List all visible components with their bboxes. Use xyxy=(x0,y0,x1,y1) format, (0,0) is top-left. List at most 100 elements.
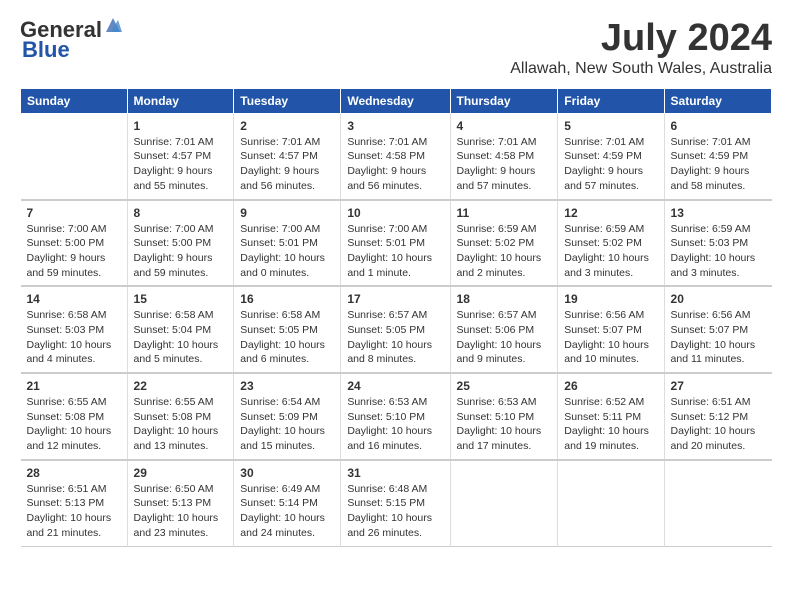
table-row: 11 Sunrise: 6:59 AM Sunset: 5:02 PM Dayli… xyxy=(450,200,558,287)
day-number: 27 xyxy=(671,379,766,393)
table-row: 13Sunrise: 6:59 AM Sunset: 5:03 PM Dayli… xyxy=(664,200,771,287)
day-info: Sunrise: 6:51 AM Sunset: 5:13 PM Dayligh… xyxy=(27,482,121,541)
day-number: 9 xyxy=(240,206,334,220)
table-row: 8Sunrise: 7:00 AM Sunset: 5:00 PM Daylig… xyxy=(127,200,234,287)
day-info: Sunrise: 6:59 AM Sunset: 5:02 PM Dayligh… xyxy=(457,222,552,281)
calendar-week-row: 14Sunrise: 6:58 AM Sunset: 5:03 PM Dayli… xyxy=(21,286,772,373)
day-info: Sunrise: 6:57 AM Sunset: 5:06 PM Dayligh… xyxy=(457,308,552,367)
day-info: Sunrise: 7:01 AM Sunset: 4:57 PM Dayligh… xyxy=(134,135,228,194)
month-title: July 2024 xyxy=(510,18,772,60)
day-info: Sunrise: 6:57 AM Sunset: 5:05 PM Dayligh… xyxy=(347,308,443,367)
day-info: Sunrise: 7:01 AM Sunset: 4:59 PM Dayligh… xyxy=(671,135,766,194)
table-row: 15Sunrise: 6:58 AM Sunset: 5:04 PM Dayli… xyxy=(127,286,234,373)
table-row: 30 Sunrise: 6:49 AM Sunset: 5:14 PM Dayli… xyxy=(234,460,341,546)
day-info: Sunrise: 7:00 AM Sunset: 5:00 PM Dayligh… xyxy=(27,222,121,281)
table-row: 29 Sunrise: 6:50 AM Sunset: 5:13 PM Dayli… xyxy=(127,460,234,546)
day-number: 23 xyxy=(240,379,334,393)
logo-blue: Blue xyxy=(22,37,70,62)
day-info: Sunrise: 6:55 AM Sunset: 5:08 PM Dayligh… xyxy=(134,395,228,454)
day-info: Sunrise: 6:59 AM Sunset: 5:02 PM Dayligh… xyxy=(564,222,657,281)
table-row: 3 Sunrise: 7:01 AM Sunset: 4:58 PM Daylig… xyxy=(341,113,450,199)
day-info: Sunrise: 6:56 AM Sunset: 5:07 PM Dayligh… xyxy=(671,308,766,367)
day-number: 31 xyxy=(347,466,443,480)
day-info: Sunrise: 6:56 AM Sunset: 5:07 PM Dayligh… xyxy=(564,308,657,367)
day-number: 29 xyxy=(134,466,228,480)
day-number: 1 xyxy=(134,119,228,133)
day-info: Sunrise: 6:48 AM Sunset: 5:15 PM Dayligh… xyxy=(347,482,443,541)
day-number: 7 xyxy=(27,206,121,220)
table-row: 5 Sunrise: 7:01 AM Sunset: 4:59 PM Daylig… xyxy=(558,113,664,199)
title-section: July 2024 Allawah, New South Wales, Aust… xyxy=(510,18,772,78)
day-info: Sunrise: 6:54 AM Sunset: 5:09 PM Dayligh… xyxy=(240,395,334,454)
table-row: 31 Sunrise: 6:48 AM Sunset: 5:15 PM Dayli… xyxy=(341,460,450,546)
calendar: Sunday Monday Tuesday Wednesday Thursday… xyxy=(20,88,772,547)
calendar-header-row: Sunday Monday Tuesday Wednesday Thursday… xyxy=(21,88,772,113)
day-info: Sunrise: 7:00 AM Sunset: 5:01 PM Dayligh… xyxy=(347,222,443,281)
day-number: 22 xyxy=(134,379,228,393)
table-row: 2 Sunrise: 7:01 AM Sunset: 4:57 PM Daylig… xyxy=(234,113,341,199)
day-number: 21 xyxy=(27,379,121,393)
table-row xyxy=(664,460,771,546)
table-row: 16Sunrise: 6:58 AM Sunset: 5:05 PM Dayli… xyxy=(234,286,341,373)
day-info: Sunrise: 6:59 AM Sunset: 5:03 PM Dayligh… xyxy=(671,222,766,281)
day-number: 2 xyxy=(240,119,334,133)
day-info: Sunrise: 7:01 AM Sunset: 4:59 PM Dayligh… xyxy=(564,135,657,194)
table-row: 10 Sunrise: 7:00 AM Sunset: 5:01 PM Dayli… xyxy=(341,200,450,287)
day-number: 5 xyxy=(564,119,657,133)
day-info: Sunrise: 6:50 AM Sunset: 5:13 PM Dayligh… xyxy=(134,482,228,541)
day-info: Sunrise: 7:01 AM Sunset: 4:57 PM Dayligh… xyxy=(240,135,334,194)
day-info: Sunrise: 7:01 AM Sunset: 4:58 PM Dayligh… xyxy=(457,135,552,194)
logo-icon xyxy=(104,16,122,34)
table-row: 1 Sunrise: 7:01 AM Sunset: 4:57 PM Daylig… xyxy=(127,113,234,199)
table-row: 28 Sunrise: 6:51 AM Sunset: 5:13 PM Dayli… xyxy=(21,460,128,546)
day-number: 28 xyxy=(27,466,121,480)
day-number: 25 xyxy=(457,379,552,393)
page: General Blue July 2024 Allawah, New Sout… xyxy=(0,0,792,557)
day-info: Sunrise: 6:51 AM Sunset: 5:12 PM Dayligh… xyxy=(671,395,766,454)
table-row: 21 Sunrise: 6:55 AM Sunset: 5:08 PM Dayli… xyxy=(21,373,128,460)
day-number: 26 xyxy=(564,379,657,393)
day-number: 10 xyxy=(347,206,443,220)
day-number: 24 xyxy=(347,379,443,393)
calendar-week-row: 7 Sunrise: 7:00 AM Sunset: 5:00 PM Daylig… xyxy=(21,200,772,287)
day-info: Sunrise: 7:01 AM Sunset: 4:58 PM Dayligh… xyxy=(347,135,443,194)
calendar-week-row: 28 Sunrise: 6:51 AM Sunset: 5:13 PM Dayli… xyxy=(21,460,772,546)
col-tuesday: Tuesday xyxy=(234,88,341,113)
col-saturday: Saturday xyxy=(664,88,771,113)
day-number: 11 xyxy=(457,206,552,220)
day-info: Sunrise: 6:58 AM Sunset: 5:04 PM Dayligh… xyxy=(134,308,228,367)
day-number: 8 xyxy=(134,206,228,220)
logo: General Blue xyxy=(20,18,122,62)
table-row: 23 Sunrise: 6:54 AM Sunset: 5:09 PM Dayli… xyxy=(234,373,341,460)
day-number: 19 xyxy=(564,292,657,306)
col-wednesday: Wednesday xyxy=(341,88,450,113)
table-row xyxy=(450,460,558,546)
col-monday: Monday xyxy=(127,88,234,113)
table-row: 27 Sunrise: 6:51 AM Sunset: 5:12 PM Dayli… xyxy=(664,373,771,460)
day-number: 6 xyxy=(671,119,766,133)
day-number: 3 xyxy=(347,119,443,133)
header: General Blue July 2024 Allawah, New Sout… xyxy=(20,18,772,78)
table-row: 22 Sunrise: 6:55 AM Sunset: 5:08 PM Dayli… xyxy=(127,373,234,460)
table-row: 20 Sunrise: 6:56 AM Sunset: 5:07 PM Dayli… xyxy=(664,286,771,373)
day-number: 18 xyxy=(457,292,552,306)
table-row xyxy=(21,113,128,199)
table-row: 26Sunrise: 6:52 AM Sunset: 5:11 PM Dayli… xyxy=(558,373,664,460)
day-info: Sunrise: 6:55 AM Sunset: 5:08 PM Dayligh… xyxy=(27,395,121,454)
table-row: 9 Sunrise: 7:00 AM Sunset: 5:01 PM Daylig… xyxy=(234,200,341,287)
table-row: 24Sunrise: 6:53 AM Sunset: 5:10 PM Dayli… xyxy=(341,373,450,460)
location-title: Allawah, New South Wales, Australia xyxy=(510,60,772,78)
table-row: 19 Sunrise: 6:56 AM Sunset: 5:07 PM Dayli… xyxy=(558,286,664,373)
day-info: Sunrise: 6:49 AM Sunset: 5:14 PM Dayligh… xyxy=(240,482,334,541)
day-info: Sunrise: 7:00 AM Sunset: 5:01 PM Dayligh… xyxy=(240,222,334,281)
table-row xyxy=(558,460,664,546)
day-info: Sunrise: 6:53 AM Sunset: 5:10 PM Dayligh… xyxy=(457,395,552,454)
table-row: 7 Sunrise: 7:00 AM Sunset: 5:00 PM Daylig… xyxy=(21,200,128,287)
table-row: 17 Sunrise: 6:57 AM Sunset: 5:05 PM Dayli… xyxy=(341,286,450,373)
day-number: 30 xyxy=(240,466,334,480)
day-number: 20 xyxy=(671,292,766,306)
day-number: 14 xyxy=(27,292,121,306)
day-number: 17 xyxy=(347,292,443,306)
day-number: 12 xyxy=(564,206,657,220)
calendar-week-row: 21 Sunrise: 6:55 AM Sunset: 5:08 PM Dayli… xyxy=(21,373,772,460)
